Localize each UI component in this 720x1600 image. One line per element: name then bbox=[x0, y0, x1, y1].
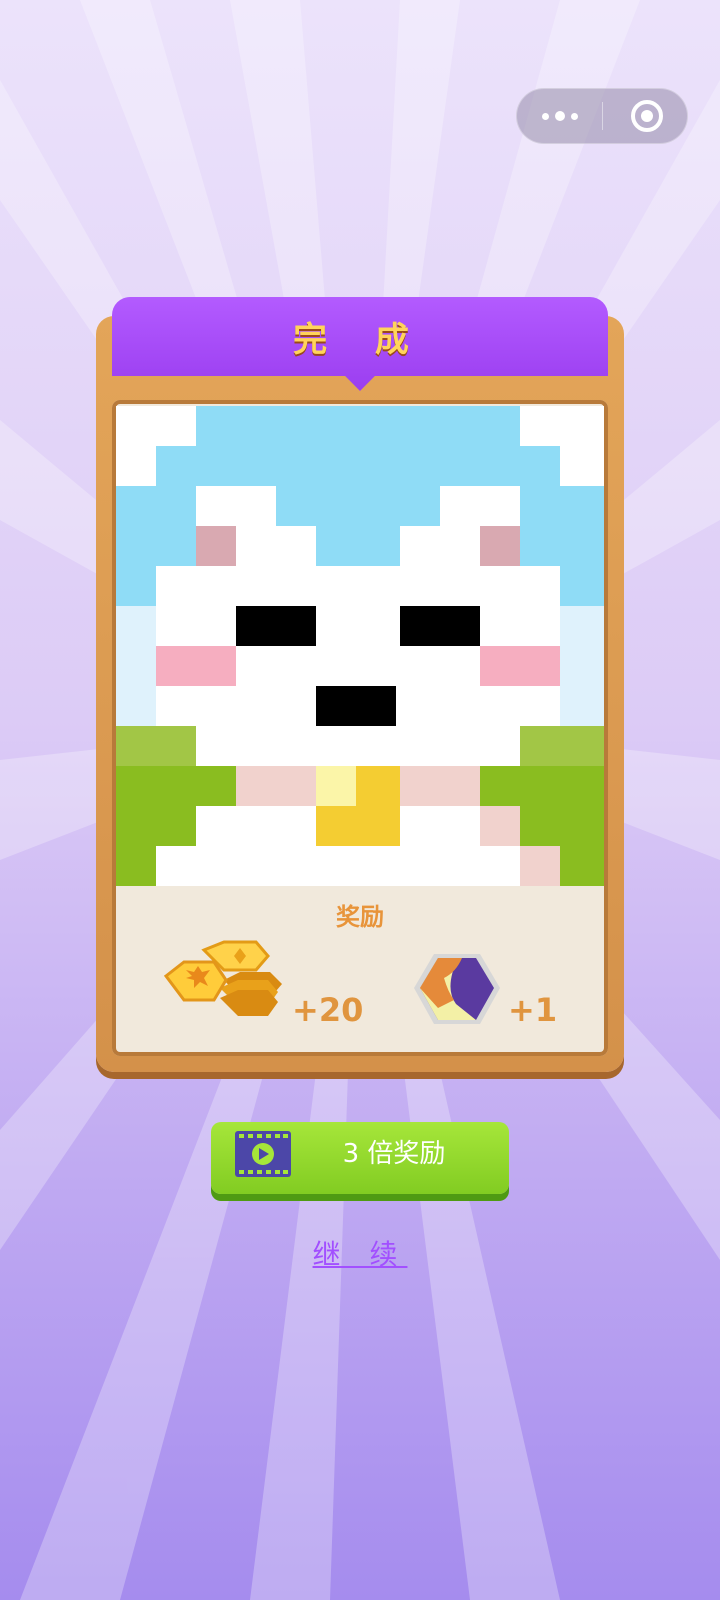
video-play-icon bbox=[235, 1131, 291, 1177]
continue-link[interactable]: 继 续 bbox=[260, 1233, 460, 1273]
pixel-art-image bbox=[116, 406, 604, 886]
panel-title: 完 成 bbox=[293, 320, 427, 360]
target-circle-icon[interactable] bbox=[631, 100, 663, 132]
gold-coins-icon bbox=[164, 940, 282, 1016]
triple-reward-button[interactable]: 3 倍奖励 bbox=[211, 1122, 509, 1194]
coin-reward-value: +20 bbox=[292, 991, 364, 1029]
triple-reward-label: 3 倍奖励 bbox=[342, 1139, 446, 1169]
capsule-menu bbox=[516, 88, 688, 144]
reward-label: 奖励 bbox=[336, 903, 384, 931]
capsule-divider bbox=[602, 102, 603, 130]
puzzle-reward-value: +1 bbox=[508, 991, 558, 1029]
more-dots-icon[interactable] bbox=[517, 89, 602, 143]
hex-puzzle-piece-icon bbox=[414, 954, 500, 1024]
white-cat-pixel-picture bbox=[116, 406, 604, 886]
